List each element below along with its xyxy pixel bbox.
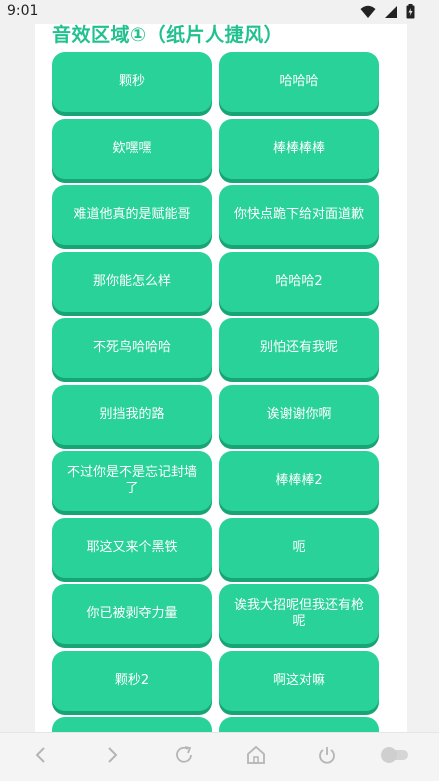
- sound-button[interactable]: 颗秒: [52, 52, 212, 112]
- sound-button[interactable]: [52, 717, 212, 732]
- sound-button[interactable]: 你快点跪下给对面道歉: [219, 185, 379, 245]
- sound-button[interactable]: 你已被剥夺力量: [52, 584, 212, 644]
- sound-button[interactable]: 诶谢谢你啊: [219, 384, 379, 445]
- battery-icon: [406, 4, 415, 19]
- sound-button[interactable]: 诶我大招呢但我还有枪呢: [219, 584, 379, 644]
- bottom-nav: [0, 732, 439, 781]
- wifi-icon: [360, 5, 376, 19]
- sound-button[interactable]: 呃: [219, 517, 379, 578]
- toggle-icon: [379, 745, 411, 769]
- sound-button[interactable]: 不死鸟哈哈哈: [52, 318, 212, 378]
- home-icon: [245, 744, 267, 770]
- sound-button[interactable]: 别挡我的路: [52, 384, 212, 445]
- power-icon: [316, 744, 338, 770]
- sound-button[interactable]: 耶这又来个黑铁: [52, 517, 212, 578]
- sound-button[interactable]: 哈哈哈: [219, 52, 379, 112]
- sound-button[interactable]: 棒棒棒棒: [219, 118, 379, 179]
- back-icon: [34, 745, 48, 769]
- sound-button[interactable]: 颗秒2: [52, 650, 212, 711]
- section-title: 音效区域①（纸片人捷风）: [52, 24, 284, 46]
- sound-button[interactable]: 难道他真的是赋能哥: [52, 185, 212, 245]
- sound-button[interactable]: 欸嘿嘿: [52, 118, 212, 179]
- reload-icon: [173, 744, 195, 770]
- signal-icon: [384, 5, 398, 19]
- sound-button[interactable]: [219, 717, 379, 732]
- sound-button[interactable]: 棒棒棒2: [219, 451, 379, 511]
- home-button[interactable]: [241, 743, 271, 771]
- sound-button[interactable]: 那你能怎么样: [52, 251, 212, 312]
- sound-button[interactable]: 哈哈哈2: [219, 251, 379, 312]
- toggle-switch[interactable]: [378, 743, 412, 771]
- sound-board: 音效区域①（纸片人捷风） 颗秒 哈哈哈 欸嘿嘿 棒棒棒棒 难道他真的是赋能哥 你快点跪下给…: [35, 0, 407, 732]
- back-button[interactable]: [26, 743, 56, 771]
- forward-button[interactable]: [97, 743, 127, 771]
- status-icons: [360, 4, 415, 19]
- sound-button[interactable]: 啊这对嘛: [219, 650, 379, 711]
- sound-button[interactable]: 不过你是不是忘记封墙了: [52, 451, 212, 511]
- status-bar: 9:01: [0, 0, 439, 24]
- status-time: 9:01: [7, 3, 39, 19]
- reload-button[interactable]: [169, 743, 199, 771]
- forward-icon: [105, 745, 119, 769]
- sound-button[interactable]: 别怕还有我呢: [219, 318, 379, 378]
- power-button[interactable]: [312, 743, 342, 771]
